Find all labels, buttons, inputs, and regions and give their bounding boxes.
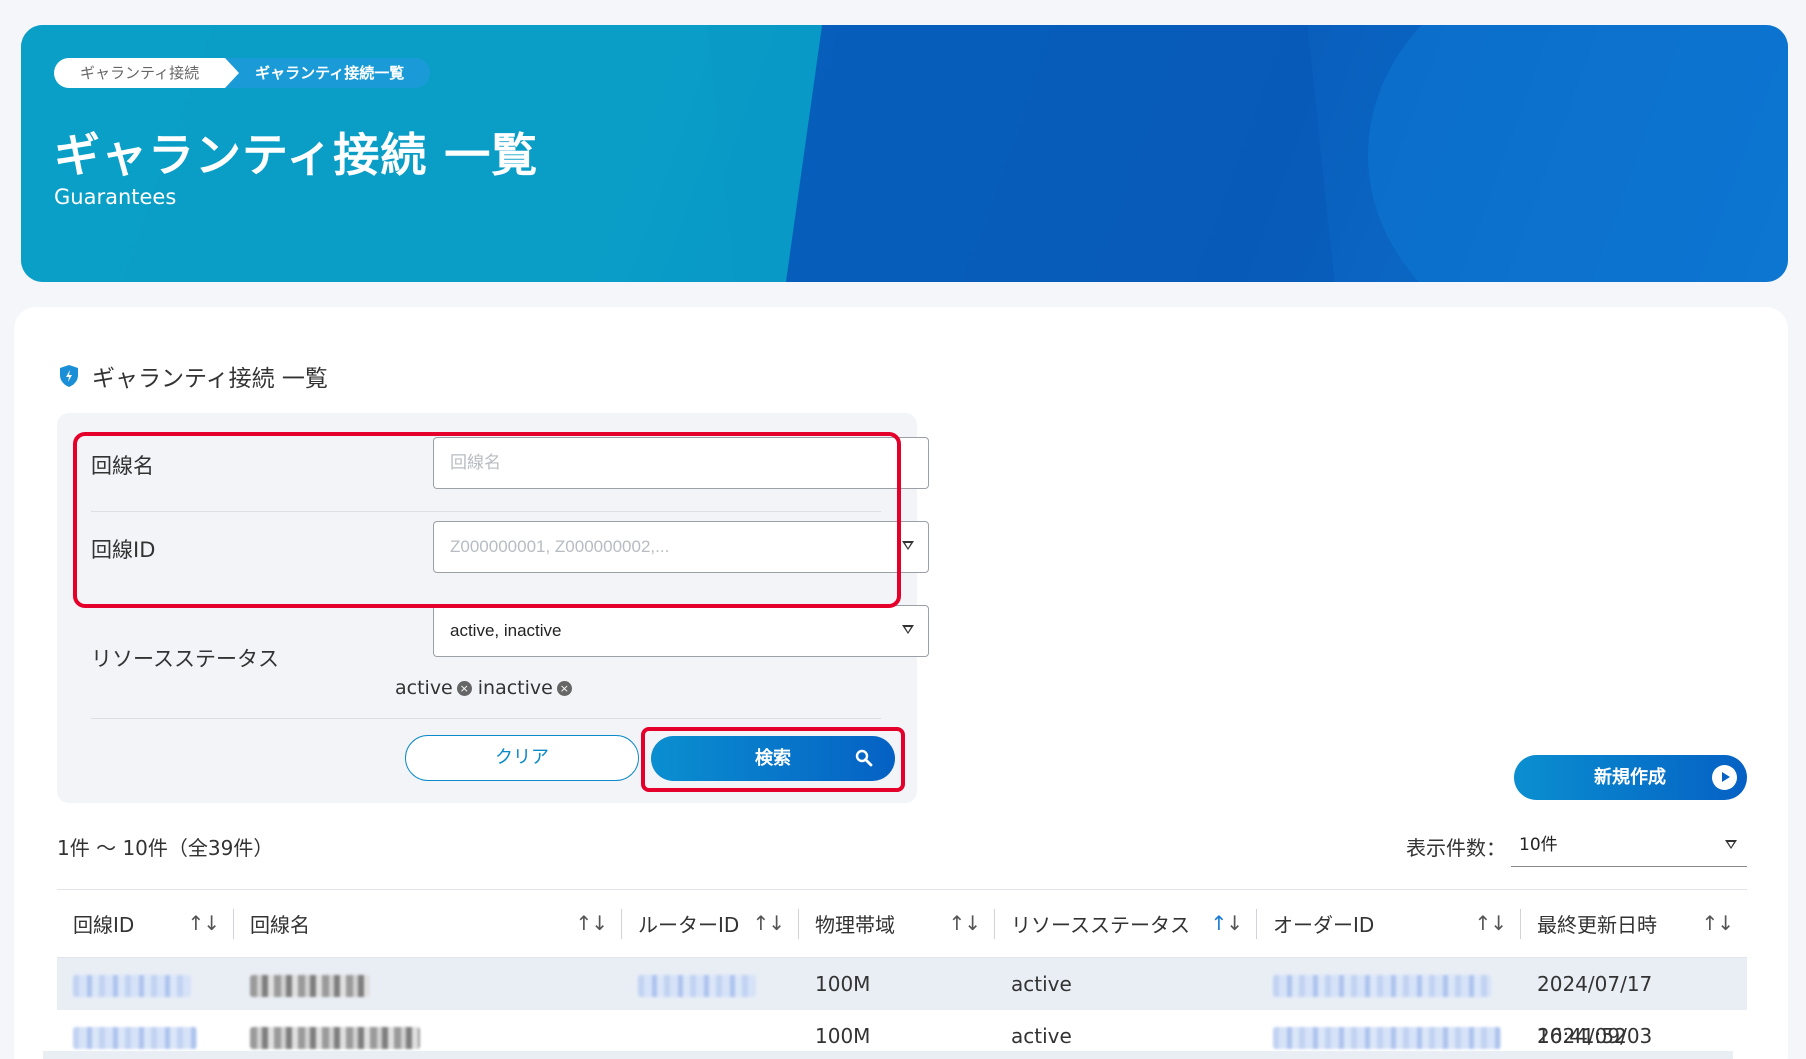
circuit-id-select[interactable]: Z000000001, Z000000002,... [433,521,929,573]
sort-icon[interactable]: ↑↓ [187,911,220,935]
sort-icon[interactable]: ↑↓ [1701,911,1734,935]
section-header: ギャランティ接続 一覧 [58,359,328,393]
tag-label: active [395,677,453,699]
create-new-label: 新規作成 [1594,767,1666,788]
column-header-resource-status[interactable]: リソースステータス ↑↓ [995,908,1257,939]
remove-tag-icon[interactable]: × [556,680,572,696]
sort-icon[interactable]: ↑↓ [1474,911,1507,935]
status-tags: active × inactive × [395,677,572,699]
cell-circuit-id[interactable] [57,958,234,1010]
cell-bandwidth: 100M [815,972,871,996]
per-page-select[interactable]: 10件 [1511,823,1747,867]
column-label: ルーターID [638,913,740,937]
column-header-circuit-id[interactable]: 回線ID ↑↓ [57,908,234,939]
breadcrumb-item-current: ギャランティ接続一覧 [225,58,431,88]
resource-status-value: active, inactive [450,621,562,640]
resource-status-label: リソースステータス [91,647,279,671]
section-title: ギャランティ接続 一覧 [92,366,328,392]
page-title: ギャランティ接続 一覧 [54,128,539,182]
circuit-name-label: 回線名 [91,454,154,478]
circuit-name-input[interactable]: 回線名 [433,437,929,489]
shield-icon [60,365,78,387]
sort-icon[interactable]: ↑↓ [948,911,981,935]
column-header-router-id[interactable]: ルーターID ↑↓ [622,908,799,939]
column-label: オーダーID [1273,913,1375,937]
cell-circuit-name [234,958,622,1010]
create-new-button[interactable]: 新規作成 [1514,755,1747,800]
guarantees-table: 回線ID ↑↓ 回線名 ↑↓ ルーターID ↑↓ 物理帯域 ↑↓ リソースステー… [57,889,1747,1059]
tag-label: inactive [477,677,553,699]
circuit-id-placeholder: Z000000001, Z000000002,... [450,537,670,556]
sort-icon[interactable]: ↑↓ [1210,911,1243,935]
column-label: 物理帯域 [815,913,895,937]
search-button[interactable]: 検索 [651,736,895,781]
breadcrumb: ギャランティ接続 ギャランティ接続一覧 [54,58,431,88]
clear-button[interactable]: クリア [405,735,639,781]
chevron-down-icon [1725,840,1737,849]
cell-router-id[interactable] [622,958,799,1010]
column-header-bandwidth[interactable]: 物理帯域 ↑↓ [799,908,995,939]
table-header: 回線ID ↑↓ 回線名 ↑↓ ルーターID ↑↓ 物理帯域 ↑↓ リソースステー… [57,890,1747,958]
table-row[interactable]: 100M active 2024/07/17 16:41:52 [57,958,1747,1048]
page-banner: ギャランティ接続 ギャランティ接続一覧 ギャランティ接続 一覧 Guarante… [21,25,1788,282]
divider [91,511,881,512]
per-page-value: 10件 [1519,835,1558,855]
column-header-order-id[interactable]: オーダーID ↑↓ [1257,908,1521,939]
sort-icon[interactable]: ↑↓ [575,911,608,935]
resource-status-select[interactable]: active, inactive [433,605,929,657]
cell-updated-at: 2024/07/17 16:41:52 [1537,972,1653,1048]
page-subtitle: Guarantees [54,185,177,209]
cell-order-id[interactable] [1257,958,1521,1010]
remove-tag-icon[interactable]: × [456,680,472,696]
chevron-down-icon [902,541,914,550]
play-circle-icon [1712,765,1737,790]
status-tag-active: active × [395,677,472,699]
sort-icon[interactable]: ↑↓ [752,911,785,935]
column-label: 回線ID [73,913,135,937]
column-label: 回線名 [250,913,310,937]
table-row-partial [43,1051,1733,1059]
chevron-down-icon [902,625,914,634]
column-label: リソースステータス [1011,913,1190,937]
search-icon [855,749,873,767]
breadcrumb-item-guarantees[interactable]: ギャランティ接続 [54,58,240,88]
result-count: 1件 ～ 10件（全39件） [57,836,274,860]
column-header-circuit-name[interactable]: 回線名 ↑↓ [234,908,622,939]
status-tag-inactive: inactive × [478,677,572,699]
divider [91,718,881,719]
search-button-label: 検索 [755,748,791,769]
per-page-label: 表示件数： [1406,836,1506,860]
banner-decoration [1368,25,1788,282]
circuit-id-label: 回線ID [91,538,156,562]
cell-status: active [1011,972,1072,996]
column-header-updated-at[interactable]: 最終更新日時 ↑↓ [1521,909,1747,939]
main-panel: ギャランティ接続 一覧 回線名 回線名 回線ID Z000000001, Z00… [14,307,1788,1059]
column-label: 最終更新日時 [1537,913,1657,937]
